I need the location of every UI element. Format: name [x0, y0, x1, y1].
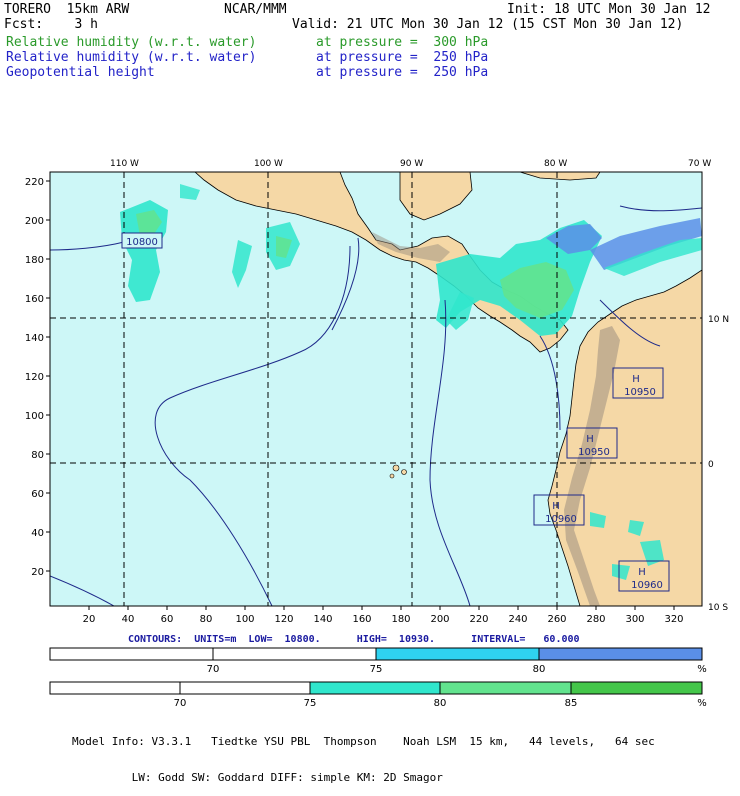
- y-tick-label: 160: [25, 294, 44, 305]
- y-tick-label: 200: [25, 216, 44, 227]
- lat-label: 10 S: [708, 603, 728, 613]
- x-tick-label: 80: [200, 614, 213, 625]
- colorbar-stop: 80: [434, 698, 447, 709]
- y-tick-label: 120: [25, 372, 44, 383]
- high-value: 10950: [578, 447, 610, 458]
- colorbar-stop: 70: [174, 698, 187, 709]
- x-tick-label: 320: [664, 614, 683, 625]
- galapagos-island: [392, 464, 400, 472]
- high-value: 10960: [631, 580, 663, 591]
- x-tick-label: 180: [391, 614, 410, 625]
- high-marker: H: [638, 567, 646, 578]
- lon-label: 80 W: [544, 159, 567, 169]
- y-tick-label: 220: [25, 177, 44, 188]
- colorbar-stop: 75: [304, 698, 317, 709]
- lon-label: 100 W: [254, 159, 283, 169]
- colorbar-stop: 70: [207, 664, 220, 675]
- lon-label: 110 W: [110, 159, 139, 169]
- x-tick-label: 160: [352, 614, 371, 625]
- weather-map: 110 W 100 W 90 W 80 W 70 W 10 N 0 10 S 2…: [25, 159, 729, 709]
- x-tick-label: 120: [274, 614, 293, 625]
- y-tick-label: 20: [31, 567, 44, 578]
- model-info-line: LW: Godd SW: Goddard DIFF: simple KM: 2D…: [72, 771, 443, 784]
- x-tick-label: 40: [122, 614, 135, 625]
- model-info: Model Info: V3.3.1 Tiedtke YSU PBL Thomp…: [72, 712, 655, 796]
- lat-label: 10 N: [708, 315, 729, 325]
- y-tick-label: 100: [25, 411, 44, 422]
- colorbar-unit: %: [697, 664, 707, 675]
- low-value: 10800: [126, 237, 158, 248]
- galapagos-island: [389, 473, 395, 479]
- x-tick-label: 280: [586, 614, 605, 625]
- high-marker: H: [632, 374, 640, 385]
- contours-info: CONTOURS: UNITS=m LOW= 10800. HIGH= 1093…: [128, 634, 580, 645]
- x-tick-label: 100: [235, 614, 254, 625]
- x-tick-label: 20: [83, 614, 96, 625]
- colorbar-unit: %: [697, 698, 707, 709]
- high-value: 10960: [545, 514, 577, 525]
- y-tick-label: 60: [31, 489, 44, 500]
- y-tick-label: 80: [31, 450, 44, 461]
- x-tick-label: 260: [547, 614, 566, 625]
- colorbar-250hpa: 70 75 80 %: [49, 647, 707, 675]
- x-tick-label: 220: [469, 614, 488, 625]
- low-label-box: 10800: [121, 232, 163, 249]
- colorbar-stop: 85: [565, 698, 578, 709]
- lon-label: 90 W: [400, 159, 423, 169]
- y-tick-label: 40: [31, 528, 44, 539]
- high-marker: H: [552, 501, 560, 512]
- x-tick-label: 200: [430, 614, 449, 625]
- colorbar-300hpa: 70 75 80 85 %: [49, 681, 707, 709]
- high-marker: H: [586, 434, 594, 445]
- high-value: 10950: [624, 387, 656, 398]
- colorbar-stop: 80: [533, 664, 546, 675]
- lon-label: 70 W: [688, 159, 711, 169]
- y-tick-label: 180: [25, 255, 44, 266]
- x-tick-label: 240: [508, 614, 527, 625]
- y-tick-label: 140: [25, 333, 44, 344]
- colorbar-stop: 75: [370, 664, 383, 675]
- x-tick-label: 60: [161, 614, 174, 625]
- lat-label: 0: [708, 460, 714, 470]
- x-tick-label: 140: [313, 614, 332, 625]
- model-info-line: Model Info: V3.3.1 Tiedtke YSU PBL Thomp…: [72, 735, 655, 748]
- galapagos-island: [401, 469, 407, 475]
- x-tick-label: 300: [625, 614, 644, 625]
